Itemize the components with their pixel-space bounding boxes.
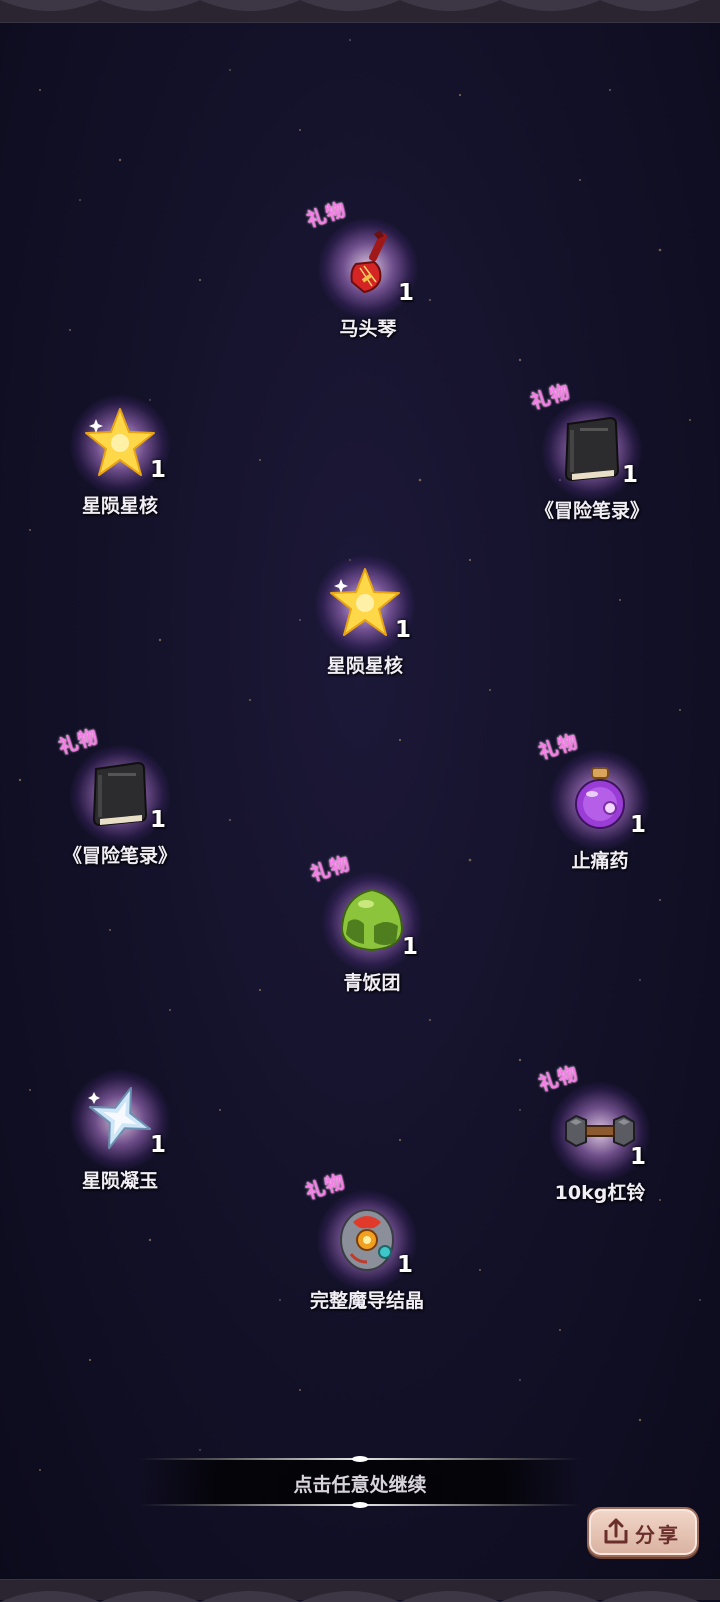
- item-name: 《冒险笔录》: [534, 500, 649, 522]
- item-quantity: 1: [150, 807, 167, 833]
- item-quantity: 1: [150, 1132, 167, 1158]
- black-book-icon: [92, 761, 148, 827]
- reward-item-star-core-1[interactable]: 1 星陨星核: [30, 385, 210, 545]
- item-quantity: 1: [150, 457, 167, 483]
- item-name: 星陨星核: [326, 655, 403, 677]
- top-border-band: [0, 0, 720, 23]
- black-book-icon: [564, 416, 620, 482]
- item-quantity: 1: [630, 1144, 647, 1170]
- share-icon: [604, 1518, 628, 1544]
- item-name: 星陨凝玉: [81, 1170, 158, 1192]
- magic-crystal-icon: [340, 1209, 394, 1271]
- item-quantity: 1: [622, 462, 639, 488]
- bottom-border-band: [0, 1579, 720, 1602]
- continue-top-ornament: [352, 1456, 368, 1462]
- item-name: 青饭团: [343, 972, 401, 994]
- reward-item-star-core-2[interactable]: 1 星陨星核: [275, 545, 455, 705]
- item-name: 星陨星核: [81, 495, 158, 517]
- star-core-icon: [85, 408, 155, 476]
- continue-text: 点击任意处继续: [293, 1474, 427, 1496]
- item-quantity: 1: [402, 934, 419, 960]
- reward-item-horse-fiddle[interactable]: 礼物 1 马头琴: [278, 198, 458, 368]
- reward-item-rice-ball[interactable]: 礼物 1 青饭团: [282, 852, 462, 1022]
- share-label: 分享: [635, 1523, 681, 1547]
- item-name: 止痛药: [571, 850, 629, 872]
- item-quantity: 1: [395, 617, 412, 643]
- green-rice-ball-icon: [340, 888, 404, 952]
- reward-item-painkiller[interactable]: 礼物 1 止痛药: [510, 730, 690, 900]
- reward-item-notes-2[interactable]: 礼物 1 《冒险笔录》: [30, 725, 210, 895]
- crystal-star-icon: [88, 1086, 152, 1150]
- reward-item-notes-1[interactable]: 礼物 1 《冒险笔录》: [502, 380, 682, 550]
- item-quantity: 1: [397, 1252, 414, 1278]
- potion-bottle-icon: [575, 767, 625, 829]
- reward-item-dumbbell[interactable]: 礼物 1 10kg杠铃: [510, 1062, 690, 1232]
- item-quantity: 1: [398, 280, 415, 306]
- star-core-icon: [330, 568, 400, 636]
- item-name: 《冒险笔录》: [62, 845, 177, 867]
- item-name: 完整魔导结晶: [309, 1290, 424, 1312]
- item-quantity: 1: [630, 812, 647, 838]
- item-name: 10kg杠铃: [554, 1182, 646, 1204]
- tap-to-continue-bar[interactable]: 点击任意处继续: [140, 1456, 580, 1508]
- item-name: 马头琴: [339, 318, 397, 340]
- horse-head-fiddle-icon: [350, 230, 387, 294]
- share-button[interactable]: 分享: [587, 1507, 699, 1557]
- continue-bottom-ornament: [352, 1502, 368, 1508]
- reward-item-star-jade[interactable]: 1 星陨凝玉: [30, 1060, 210, 1220]
- reward-item-crystal[interactable]: 礼物 1 完整魔导结晶: [277, 1170, 457, 1340]
- dumbbell-icon: [565, 1114, 635, 1148]
